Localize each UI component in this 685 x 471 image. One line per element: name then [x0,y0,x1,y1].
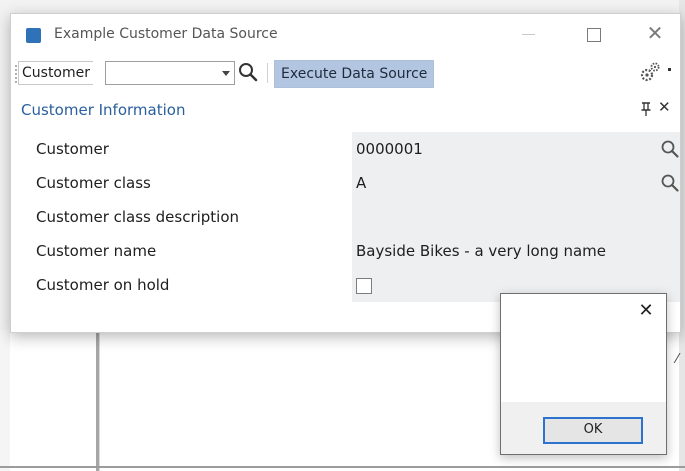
property-value: Bayside Bikes - a very long name [356,242,607,260]
property-row-customer-class-description: Customer class description [11,200,680,234]
settings-dropdown-icon[interactable] [668,68,671,71]
execute-data-source-button[interactable]: Execute Data Source [274,60,435,88]
property-value: A [356,174,367,192]
customer-on-hold-checkbox[interactable] [356,278,372,294]
toolbar-separator [267,63,268,83]
message-box-dialog: ✕ OK [500,293,667,455]
customer-value-field[interactable]: 0000001 [352,132,680,166]
section-title: Customer Information [21,101,186,119]
window-title: Example Customer Data Source [54,26,278,42]
customer-name-value-field[interactable]: Bayside Bikes - a very long name [352,234,680,268]
chevron-down-icon[interactable] [222,71,230,76]
close-window-button[interactable]: ✕ [635,20,675,48]
property-row-customer-name: Customer name Bayside Bikes - a very lon… [11,234,680,268]
background-strip [0,330,10,471]
dialog-footer: OK [501,402,666,454]
minimize-button[interactable] [506,22,550,48]
close-panel-button[interactable]: ✕ [658,98,671,116]
customer-class-value-field[interactable]: A [352,166,680,200]
customer-class-description-value-field[interactable] [352,200,680,234]
background-divider-bottom [0,466,685,468]
background-divider [99,330,100,471]
gear-icon[interactable] [638,60,664,84]
customer-label: Customer [18,61,94,85]
customer-combobox[interactable] [105,61,235,85]
app-icon [26,28,41,43]
pin-icon[interactable] [641,101,651,117]
background-indicator: ⁄ [676,352,679,367]
property-label: Customer [36,140,109,158]
customer-data-source-window: Example Customer Data Source ✕ Customer … [10,13,681,333]
property-label: Customer name [36,242,157,260]
close-dialog-button[interactable]: ✕ [634,299,658,323]
maximize-button[interactable] [572,22,616,48]
ok-button[interactable]: OK [543,417,643,444]
property-row-customer: Customer 0000001 [11,132,680,166]
property-row-customer-class: Customer class A [11,166,680,200]
search-icon[interactable] [237,61,259,83]
property-value: 0000001 [356,140,423,158]
toolbar: Customer Execute Data Source [11,58,680,88]
title-bar[interactable]: Example Customer Data Source ✕ [11,14,680,54]
search-icon[interactable] [660,173,680,193]
property-label: Customer class [36,174,151,192]
search-icon[interactable] [660,139,680,159]
property-label: Customer on hold [36,276,170,294]
property-label: Customer class description [36,208,240,226]
